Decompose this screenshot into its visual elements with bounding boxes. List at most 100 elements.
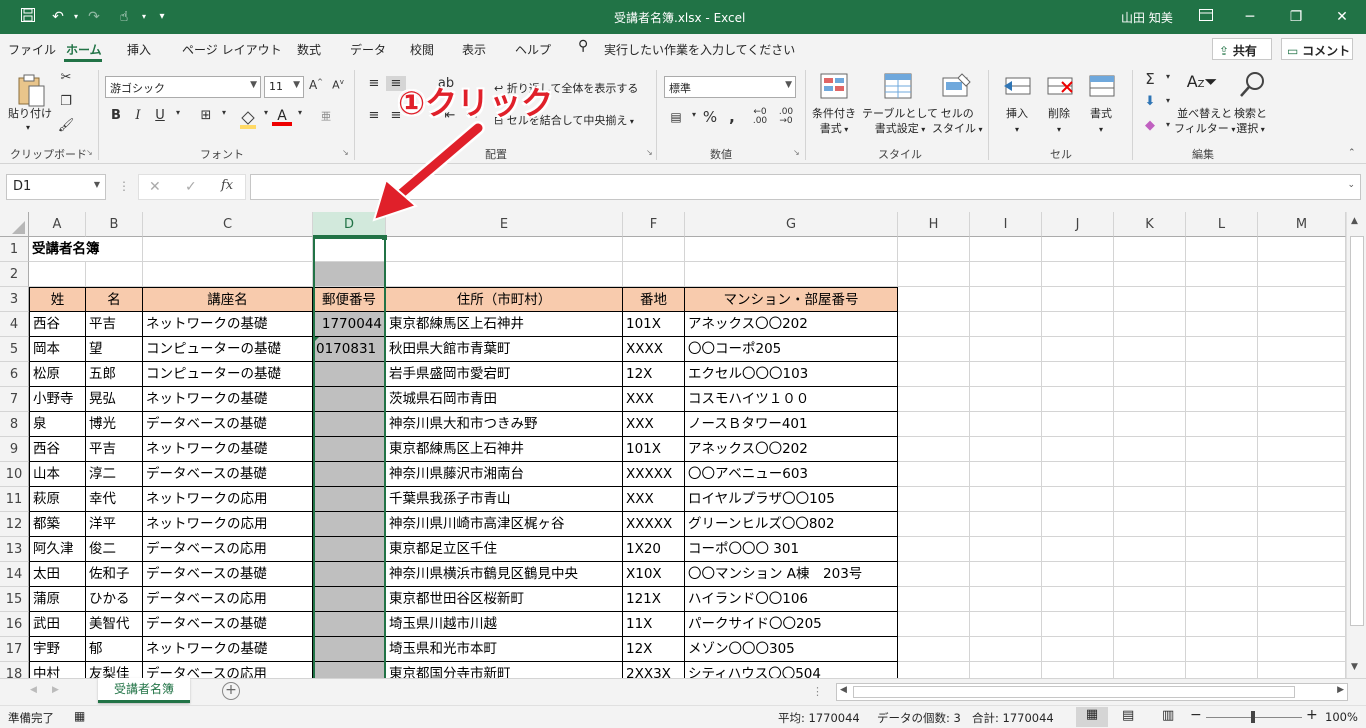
cell-k11[interactable] [1114, 487, 1186, 512]
cell-m18[interactable] [1258, 662, 1346, 678]
touch-dropdown-icon[interactable]: ▾ [134, 7, 154, 27]
autosum-dropdown-icon[interactable]: ▾ [1158, 72, 1178, 81]
cell-j7[interactable] [1042, 387, 1114, 412]
row-header-17[interactable]: 17 [0, 637, 29, 662]
cell-f11[interactable]: XXX [623, 487, 685, 512]
cell-i15[interactable] [970, 587, 1042, 612]
font-color-dropdown-icon[interactable]: ▾ [290, 108, 310, 117]
row-header-3[interactable]: 3 [0, 287, 29, 312]
align-top-icon[interactable]: ≡ [364, 76, 384, 91]
cell-d6[interactable] [313, 362, 386, 387]
cell-g1[interactable] [685, 237, 898, 262]
cell-d4[interactable]: 1770044 [313, 312, 386, 337]
tab-file[interactable]: ファイル [8, 41, 56, 58]
select-all-button[interactable] [0, 212, 29, 237]
cell-d16[interactable] [313, 612, 386, 637]
decrease-decimal-icon[interactable]: .00 →0 [776, 108, 796, 126]
cell-a17[interactable]: 宇野 [29, 637, 86, 662]
cell-c17[interactable]: ネットワークの基礎 [143, 637, 313, 662]
cell-l12[interactable] [1186, 512, 1258, 537]
format-cells-button[interactable]: 書式 ▾ [1090, 106, 1112, 137]
collapse-ribbon-icon[interactable]: ⌃ [1348, 148, 1356, 158]
row-header-1[interactable]: 1 [0, 237, 29, 262]
font-color-icon[interactable]: A [272, 108, 292, 130]
clipboard-launcher-icon[interactable]: ↘ [86, 148, 93, 157]
cell-l3[interactable] [1186, 287, 1258, 312]
cell-k10[interactable] [1114, 462, 1186, 487]
cell-l15[interactable] [1186, 587, 1258, 612]
row-header-11[interactable]: 11 [0, 487, 29, 512]
cell-e14[interactable]: 神奈川県横浜市鶴見区鶴見中央 [386, 562, 623, 587]
column-header-f[interactable]: F [623, 212, 685, 237]
format-as-table-button[interactable]: テーブルとして 書式設定 ▾ [862, 106, 938, 137]
cell-i18[interactable] [970, 662, 1042, 678]
column-header-i[interactable]: I [970, 212, 1042, 237]
format-as-table-icon[interactable] [882, 72, 914, 102]
cell-l8[interactable] [1186, 412, 1258, 437]
row-header-4[interactable]: 4 [0, 312, 29, 337]
cell-j9[interactable] [1042, 437, 1114, 462]
number-format-box[interactable]: 標準 ▼ [664, 76, 796, 98]
delete-cells-icon[interactable] [1044, 72, 1076, 102]
vertical-scroll-thumb[interactable] [1350, 236, 1364, 626]
cell-d2[interactable] [313, 262, 386, 287]
cell-m8[interactable] [1258, 412, 1346, 437]
cell-m1[interactable] [1258, 237, 1346, 262]
cell-l2[interactable] [1186, 262, 1258, 287]
paste-icon[interactable] [16, 72, 46, 108]
underline-dropdown-icon[interactable]: ▾ [168, 108, 188, 117]
paste-button[interactable]: 貼り付け [8, 106, 52, 121]
column-header-h[interactable]: H [898, 212, 970, 237]
insert-function-icon[interactable]: fx [221, 178, 233, 193]
row-header-10[interactable]: 10 [0, 462, 29, 487]
new-sheet-icon[interactable]: + [222, 682, 240, 700]
cell-i5[interactable] [970, 337, 1042, 362]
sort-filter-icon[interactable]: AZ⏷ [1186, 72, 1218, 100]
cell-b15[interactable]: ひかる [86, 587, 143, 612]
cell-h16[interactable] [898, 612, 970, 637]
undo-icon[interactable]: ↶ [48, 7, 68, 27]
cell-d9[interactable] [313, 437, 386, 462]
cell-k7[interactable] [1114, 387, 1186, 412]
cell-e15[interactable]: 東京都世田谷区桜新町 [386, 587, 623, 612]
cell-b17[interactable]: 郁 [86, 637, 143, 662]
next-sheet-icon[interactable]: ▶ [52, 685, 59, 695]
status-sum[interactable]: 合計: 1770044 [972, 710, 1054, 726]
cell-m12[interactable] [1258, 512, 1346, 537]
font-name-box[interactable]: 游ゴシック ▼ [105, 76, 261, 98]
autosum-icon[interactable]: Σ [1140, 70, 1160, 88]
cell-a6[interactable]: 松原 [29, 362, 86, 387]
accounting-icon[interactable]: ▤ [666, 110, 686, 124]
enter-icon[interactable]: ✓ [185, 179, 197, 195]
column-header-k[interactable]: K [1114, 212, 1186, 237]
column-header-a[interactable]: A [29, 212, 86, 237]
sheet-tab-active[interactable]: 受講者名簿 [98, 678, 190, 703]
cell-i3[interactable] [970, 287, 1042, 312]
cell-k18[interactable] [1114, 662, 1186, 678]
cell-d17[interactable] [313, 637, 386, 662]
cell-l6[interactable] [1186, 362, 1258, 387]
prev-sheet-icon[interactable]: ◀ [30, 685, 37, 695]
cell-a15[interactable]: 蒲原 [29, 587, 86, 612]
cell-b3[interactable]: 名 [86, 287, 143, 312]
cell-k14[interactable] [1114, 562, 1186, 587]
cell-b18[interactable]: 友梨佳 [86, 662, 143, 678]
cell-e7[interactable]: 茨城県石岡市青田 [386, 387, 623, 412]
cell-a16[interactable]: 武田 [29, 612, 86, 637]
cell-f2[interactable] [623, 262, 685, 287]
cell-i11[interactable] [970, 487, 1042, 512]
user-name[interactable]: 山田 知美 [1121, 9, 1173, 26]
cell-a12[interactable]: 都築 [29, 512, 86, 537]
cell-h3[interactable] [898, 287, 970, 312]
tab-review[interactable]: 校閲 [410, 41, 434, 58]
touch-mode-icon[interactable]: ☝ [114, 7, 134, 27]
comment-button[interactable]: ▭ コメント [1281, 38, 1353, 60]
cell-h9[interactable] [898, 437, 970, 462]
cell-f9[interactable]: 101X [623, 437, 685, 462]
row-header-8[interactable]: 8 [0, 412, 29, 437]
cell-g7[interactable]: コスモハイツ１００ [685, 387, 898, 412]
cell-k8[interactable] [1114, 412, 1186, 437]
cell-f15[interactable]: 121X [623, 587, 685, 612]
redo-icon[interactable]: ↷ [84, 7, 104, 27]
cell-h5[interactable] [898, 337, 970, 362]
